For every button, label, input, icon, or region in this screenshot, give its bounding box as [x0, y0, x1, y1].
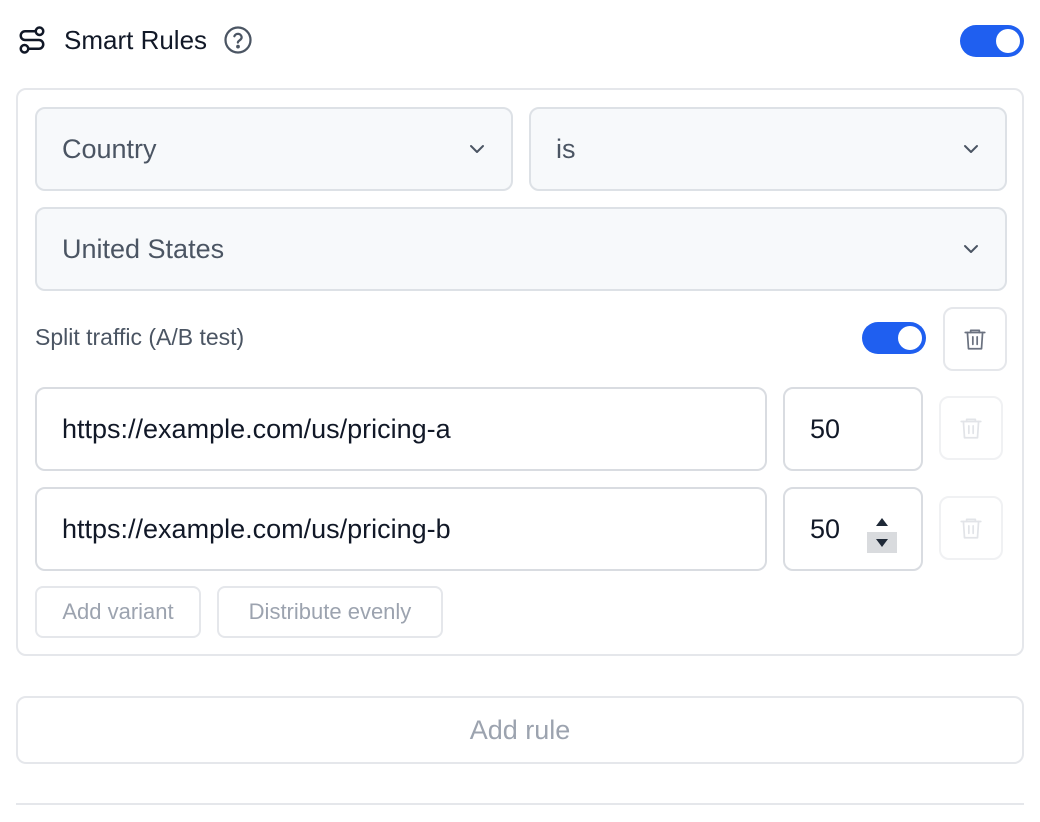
- add-rule-button[interactable]: Add rule: [16, 696, 1024, 764]
- trash-icon: [960, 418, 982, 439]
- delete-variant-button[interactable]: [939, 496, 1003, 560]
- trash-icon: [960, 518, 982, 539]
- variant-weight-value: 50: [810, 513, 841, 544]
- toggle-knob: [898, 326, 922, 350]
- chevron-down-icon: [470, 145, 484, 153]
- variant-weight-input[interactable]: 50: [783, 387, 923, 471]
- stepper-down-icon[interactable]: [867, 532, 897, 553]
- split-traffic-toggle[interactable]: [862, 322, 926, 354]
- chevron-down-icon: [964, 145, 978, 153]
- smart-rules-header: Smart Rules: [16, 18, 1024, 62]
- chevron-down-icon: [964, 245, 978, 253]
- add-variant-button[interactable]: Add variant: [35, 586, 201, 638]
- page-title: Smart Rules: [64, 24, 208, 55]
- variant-url-input[interactable]: https://example.com/us/pricing-a: [35, 387, 767, 471]
- variant-url-value: https://example.com/us/pricing-b: [62, 513, 451, 544]
- rule-card: Country is United States Split traffic (…: [16, 88, 1024, 656]
- select-value: Country: [62, 133, 157, 164]
- select-value: United States: [62, 233, 225, 264]
- toggle-knob: [996, 29, 1020, 53]
- smart-rules-toggle[interactable]: [960, 25, 1024, 57]
- variant-weight-value: 50: [810, 413, 841, 444]
- number-stepper[interactable]: [867, 511, 897, 553]
- condition-operator-select[interactable]: is: [529, 107, 1007, 191]
- divider: [16, 803, 1024, 805]
- select-value: is: [556, 133, 576, 164]
- condition-value-select[interactable]: United States: [35, 207, 1007, 291]
- route-icon: [16, 24, 48, 56]
- trash-icon: [964, 329, 986, 350]
- delete-variant-button[interactable]: [939, 396, 1003, 460]
- distribute-evenly-button[interactable]: Distribute evenly: [217, 586, 443, 638]
- condition-field-select[interactable]: Country: [35, 107, 513, 191]
- variant-url-value: https://example.com/us/pricing-a: [62, 413, 451, 444]
- split-traffic-label: Split traffic (A/B test): [35, 324, 245, 350]
- question-circle-icon[interactable]: [223, 25, 253, 55]
- delete-rule-button[interactable]: [943, 307, 1007, 371]
- variant-url-input[interactable]: https://example.com/us/pricing-b: [35, 487, 767, 571]
- variant-weight-input[interactable]: 50: [783, 487, 923, 571]
- stepper-up-icon[interactable]: [867, 511, 897, 532]
